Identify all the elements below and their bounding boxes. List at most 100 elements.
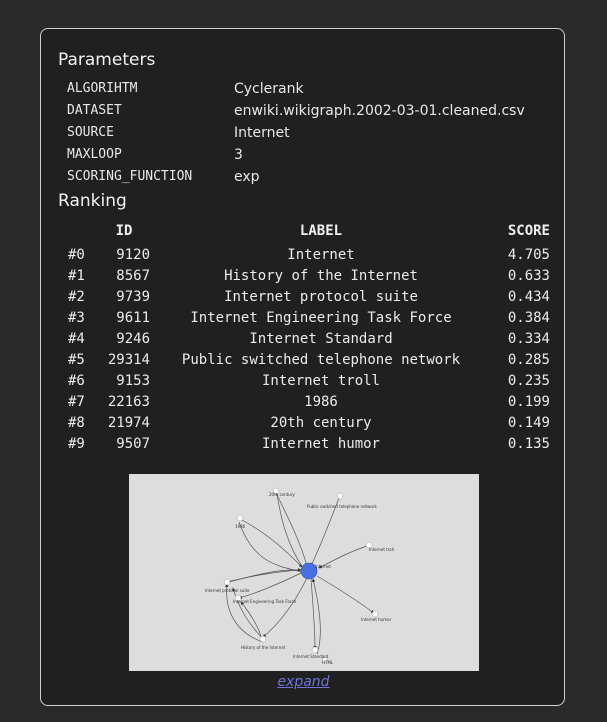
id-cell: 9153	[116, 373, 150, 389]
rank-cell: #4	[68, 331, 85, 347]
score-cell: 0.149	[507, 415, 550, 431]
score-cell: 0.235	[507, 373, 550, 389]
graph-node-label: Internet Engineering Task Force	[233, 599, 297, 604]
label-cell: History of the Internet	[224, 268, 418, 284]
graph-node-label: Public switched telephone network	[307, 504, 377, 509]
parameter-row-maxloop: MAXLOOP 3	[67, 144, 525, 166]
graph-node-label: 1986	[235, 524, 246, 529]
parameters-table: ALGORIHTM Cyclerank DATASET enwiki.wikig…	[67, 78, 525, 188]
id-cell: 29314	[107, 352, 150, 368]
parameter-value: Internet	[234, 125, 290, 141]
graph-node-label: Internet humor	[361, 617, 392, 622]
score-cell: 0.384	[507, 310, 550, 326]
parameters-heading: Parameters	[58, 50, 156, 70]
rank-cell: #1	[68, 268, 85, 284]
graph-edge	[226, 569, 302, 584]
parameter-row-dataset: DATASET enwiki.wikigraph.2002-03-01.clea…	[67, 100, 525, 122]
parameter-key: DATASET	[67, 103, 122, 118]
label-cell: Internet troll	[261, 373, 380, 389]
parameter-value: exp	[234, 169, 260, 185]
rank-cell: #2	[68, 289, 85, 305]
id-cell: 9739	[116, 289, 150, 305]
results-card: Parameters ALGORIHTM Cyclerank DATASET e…	[40, 28, 565, 706]
graph-node-label: Internet Standard	[293, 654, 329, 659]
rank-cell: #9	[68, 436, 85, 452]
graph-edge	[238, 521, 303, 573]
graph-edges	[224, 492, 375, 655]
table-row: #3 9611 Internet Engineering Task Force …	[58, 308, 550, 329]
parameter-value: 3	[234, 147, 243, 163]
table-row: #8 21974 20th century 0.149	[58, 413, 550, 434]
label-cell: Internet Standard	[249, 331, 393, 347]
id-cell: 9507	[116, 436, 150, 452]
parameter-row-scoring-function: SCORING_FUNCTION exp	[67, 166, 525, 188]
rank-cell: #8	[68, 415, 85, 431]
graph-labels: 20th century Public switched telephone n…	[205, 492, 394, 665]
graph-edge	[311, 578, 321, 655]
score-cell: 0.135	[507, 436, 550, 452]
graph-edge	[262, 577, 308, 638]
graph-edge	[240, 601, 262, 637]
graph-node-label: Internet protocol suite	[205, 588, 250, 593]
score-cell: 0.633	[507, 268, 550, 284]
graph-node	[223, 578, 231, 586]
column-header-score: SCORE	[507, 223, 550, 239]
rank-cell: #5	[68, 352, 85, 368]
score-cell: 0.334	[507, 331, 550, 347]
expand-link[interactable]: expand	[41, 674, 566, 690]
id-cell: 9246	[116, 331, 150, 347]
graph-node-label: Internet	[315, 564, 331, 569]
table-row: #7 22163 1986 0.199	[58, 392, 550, 413]
id-cell: 9611	[116, 310, 150, 326]
graph-node	[336, 492, 344, 500]
graph-image[interactable]: 20th century Public switched telephone n…	[129, 474, 479, 671]
table-row: #2 9739 Internet protocol suite 0.434	[58, 287, 550, 308]
graph-node	[259, 635, 267, 643]
parameter-key: SCORING_FUNCTION	[67, 169, 193, 184]
id-cell: 22163	[107, 394, 150, 410]
table-row: #9 9507 Internet humor 0.135	[58, 434, 550, 455]
graph-edge	[310, 578, 317, 650]
id-cell: 9120	[116, 247, 150, 263]
table-row: #1 8567 History of the Internet 0.633	[58, 266, 550, 287]
id-cell: 21974	[107, 415, 150, 431]
parameter-key: ALGORIHTM	[67, 81, 138, 96]
ranking-heading: Ranking	[58, 191, 127, 211]
parameter-row-source: SOURCE Internet	[67, 122, 525, 144]
graph-nodes	[223, 487, 379, 663]
graph-node-label: HTML	[322, 660, 334, 665]
score-cell: 0.285	[507, 352, 550, 368]
parameter-row-algorithm: ALGORIHTM Cyclerank	[67, 78, 525, 100]
graph-svg: 20th century Public switched telephone n…	[205, 487, 394, 665]
rank-cell: #3	[68, 310, 85, 326]
id-cell: 8567	[116, 268, 150, 284]
rank-cell: #7	[68, 394, 85, 410]
label-cell: 20th century	[270, 415, 372, 431]
parameter-key: SOURCE	[67, 125, 114, 140]
table-row: #5 29314 Public switched telephone netwo…	[58, 350, 550, 371]
graph-edge	[316, 575, 375, 614]
score-cell: 0.199	[507, 394, 550, 410]
label-cell: Internet Engineering Task Force	[190, 310, 452, 326]
rank-cell: #0	[68, 247, 85, 263]
label-cell: 1986	[304, 394, 338, 410]
parameter-value: Cyclerank	[234, 81, 304, 97]
score-cell: 0.434	[507, 289, 550, 305]
table-row: #4 9246 Internet Standard 0.334	[58, 329, 550, 350]
table-row: #6 9153 Internet troll 0.235	[58, 371, 550, 392]
column-header-label: LABEL	[299, 223, 343, 239]
rank-cell: #6	[68, 373, 85, 389]
graph-node	[236, 514, 244, 522]
graph-node-label: History of the Internet	[241, 645, 286, 650]
ranking-table: ID LABEL SCORE #0 9120 Internet 4.705 #1…	[58, 217, 550, 455]
graph-edge	[228, 568, 302, 583]
score-cell: 4.705	[507, 247, 550, 263]
parameter-key: MAXLOOP	[67, 147, 122, 162]
ranking-header-row: ID LABEL SCORE	[58, 217, 550, 245]
table-row: #0 9120 Internet 4.705	[58, 245, 550, 266]
column-header-id: ID	[115, 223, 133, 239]
label-cell: Internet humor	[261, 436, 380, 452]
graph-node-label: 20th century	[269, 492, 295, 497]
graph-node	[311, 646, 319, 654]
label-cell: Internet protocol suite	[224, 289, 418, 305]
